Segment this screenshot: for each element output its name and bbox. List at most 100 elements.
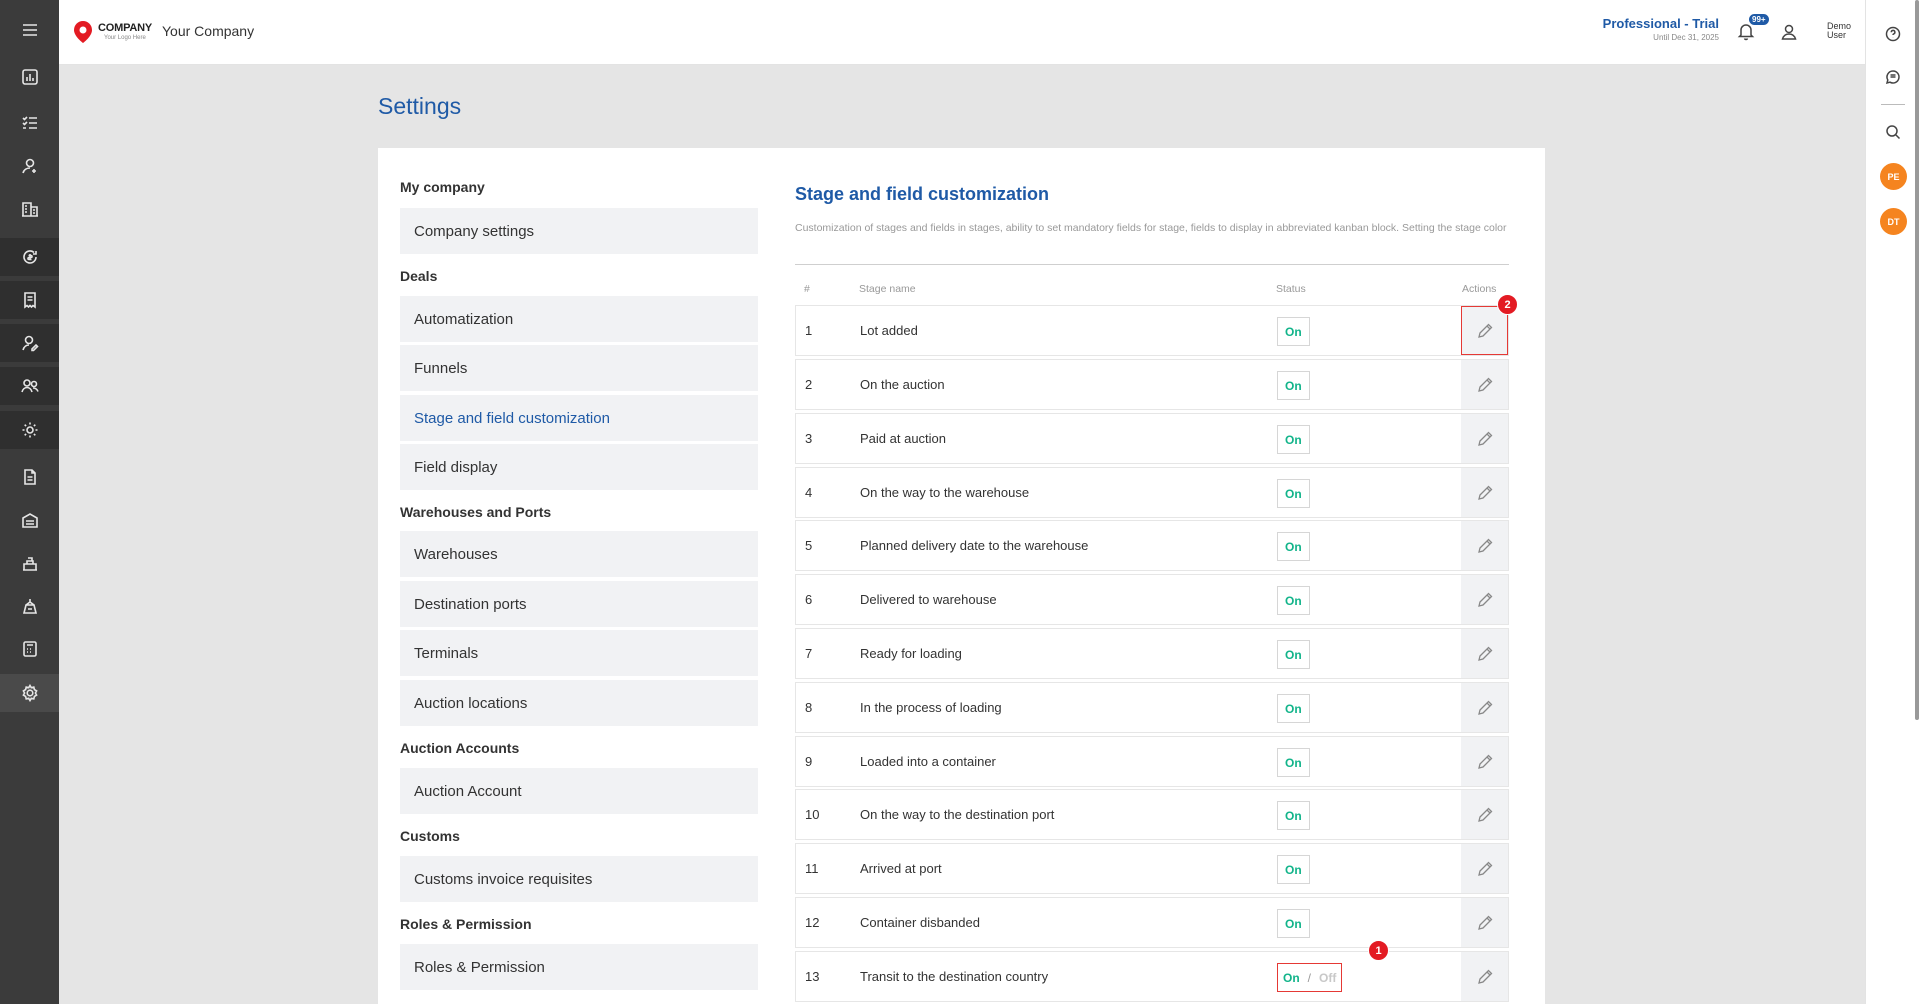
table-row: 7 Ready for loading On [795,628,1509,679]
menu-item-field-display[interactable]: Field display [400,444,758,490]
calculator-icon[interactable] [0,630,59,668]
menu-item-destination-ports[interactable]: Destination ports [400,581,758,627]
settings-icon[interactable] [0,674,59,712]
edit-button[interactable] [1461,844,1508,893]
menu-item-customs-invoice-requisites[interactable]: Customs invoice requisites [400,856,758,902]
col-header-num: # [804,283,810,295]
search-icon[interactable] [1866,124,1919,140]
menu-item-roles-permission[interactable]: Roles & Permission [400,944,758,990]
row-number: 7 [805,646,813,661]
edit-button[interactable] [1461,683,1508,732]
toggle-on-option[interactable]: On [1283,971,1300,985]
plan-info[interactable]: Professional - Trial Until Dec 31, 2025 [1603,16,1719,42]
edit-button[interactable] [1461,575,1508,624]
port-icon[interactable] [0,587,59,625]
edit-button[interactable] [1461,737,1508,786]
stage-name: Ready for loading [860,646,962,661]
status-badge[interactable]: On [1277,801,1310,830]
edit-button[interactable] [1461,468,1508,517]
warehouse-icon[interactable] [0,501,59,539]
col-header-stage-name: Stage name [859,283,916,295]
menu-item-funnels[interactable]: Funnels [400,345,758,391]
avatar-pe[interactable]: PE [1880,163,1907,190]
logo-brand: COMPANY [98,22,153,34]
avatar-dt[interactable]: DT [1880,208,1907,235]
row-number: 11 [805,861,819,876]
task-list-icon[interactable] [0,104,59,142]
document-icon[interactable] [0,458,59,496]
page-scrollbar[interactable] [1915,0,1919,720]
status-badge[interactable]: On [1277,532,1310,561]
buildings-icon[interactable] [0,190,59,228]
user-add-icon[interactable] [0,147,59,185]
status-badge[interactable]: On [1277,479,1310,508]
table-row: 6 Delivered to warehouse On [795,574,1509,625]
annotation-marker-edit: 2 [1497,294,1518,315]
table-header: # Stage name Status Actions [795,283,1509,303]
user-name[interactable]: Demo User [1827,22,1851,40]
pencil-icon [1477,323,1492,338]
dashboard-chart-icon[interactable] [0,58,59,96]
status-badge[interactable]: On [1277,748,1310,777]
status-badge[interactable]: On [1277,317,1310,346]
cargo-icon[interactable] [0,544,59,582]
row-number: 10 [805,807,820,822]
status-toggle[interactable]: On / Off [1277,963,1343,992]
status-badge[interactable]: On [1277,909,1310,938]
edit-button[interactable] [1461,790,1508,839]
right-bar-divider [1881,104,1905,105]
gear-user-icon[interactable] [0,411,59,449]
logo-pin-icon [74,21,92,43]
plan-name: Professional - Trial [1602,16,1719,31]
user-menu-button[interactable] [1779,22,1799,47]
stage-name: Container disbanded [860,915,980,930]
status-badge[interactable]: On [1277,694,1310,723]
left-sidebar [0,0,59,1004]
user-edit-icon[interactable] [0,324,59,362]
menu-item-company-settings[interactable]: Company settings [400,208,758,254]
stage-name: On the way to the destination port [860,807,1055,822]
receipt-icon[interactable] [0,281,59,319]
pencil-icon [1477,431,1492,446]
edit-button[interactable] [1461,629,1508,678]
edit-button[interactable] [1461,898,1508,947]
row-number: 6 [805,592,813,607]
menu-item-terminals[interactable]: Terminals [400,630,758,676]
refresh-money-icon[interactable] [0,238,59,276]
status-badge[interactable]: On [1277,425,1310,454]
edit-button[interactable] [1461,952,1508,1001]
divider [795,264,1509,265]
menu-item-auction-account[interactable]: Auction Account [400,768,758,814]
edit-button[interactable] [1461,414,1508,463]
stage-name: Loaded into a container [860,754,996,769]
pencil-icon [1477,538,1492,553]
status-badge[interactable]: On [1277,640,1310,669]
menu-item-warehouses[interactable]: Warehouses [400,531,758,577]
edit-button[interactable] [1461,521,1508,570]
help-icon[interactable] [1866,26,1919,42]
menu-section-deals: Deals [400,268,438,284]
users-group-icon[interactable] [0,367,59,405]
pencil-icon [1477,807,1492,822]
menu-icon[interactable] [0,11,59,49]
pencil-icon [1477,969,1492,984]
menu-item-auction-locations[interactable]: Auction locations [400,680,758,726]
pencil-icon [1477,592,1492,607]
menu-item-automatization[interactable]: Automatization [400,296,758,342]
toggle-off-option[interactable]: Off [1319,971,1336,985]
menu-item-stage-field-customization[interactable]: Stage and field customization [400,395,758,441]
chat-icon[interactable] [1866,69,1919,85]
status-badge[interactable]: On [1277,371,1310,400]
table-row: 5 Planned delivery date to the warehouse O… [795,520,1509,571]
col-header-actions: Actions [1462,283,1497,295]
section-description: Customization of stages and fields in st… [795,222,1507,234]
notifications-button[interactable]: 99+ [1736,13,1770,43]
status-badge[interactable]: On [1277,586,1310,615]
menu-section-auction-accounts: Auction Accounts [400,740,520,756]
edit-button[interactable] [1461,360,1508,409]
pencil-icon [1477,485,1492,500]
status-badge[interactable]: On [1277,855,1310,884]
pencil-icon [1477,861,1492,876]
section-title: Stage and field customization [795,184,1050,204]
company-logo[interactable]: COMPANY Your Logo Here [72,18,167,48]
